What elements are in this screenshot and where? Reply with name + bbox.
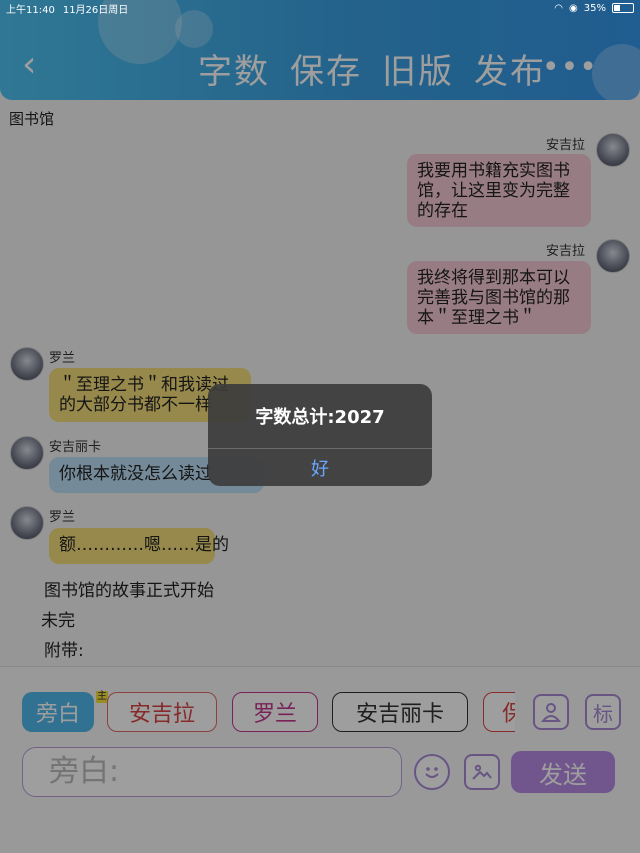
word-count-alert: 字数总计:2027 好 [208,384,432,486]
status-date: 11月26日周日 [62,4,129,16]
lock-rotation-icon: ◉ [569,2,578,14]
status-bar: 上午11:40 11月26日周日 ◠ ◉ 35% [0,0,640,16]
ok-button[interactable]: 好 [208,449,432,486]
status-time: 上午11:40 [6,4,55,16]
wifi-icon: ◠ [554,2,564,14]
battery-icon [612,3,634,13]
battery-percent: 35% [583,2,606,14]
alert-title: 字数总计:2027 [255,407,385,428]
